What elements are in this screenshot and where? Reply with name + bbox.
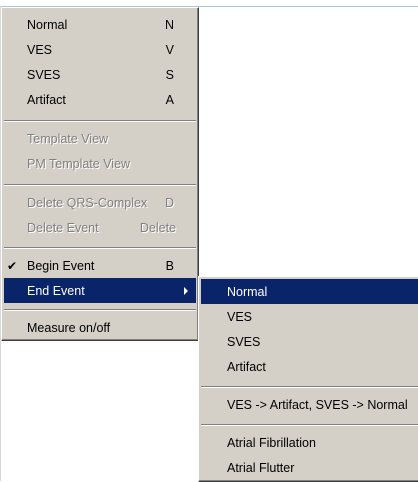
menu-item-shortcut: N [164,17,174,32]
menu-item-ves[interactable]: VES V [4,37,196,62]
menu-item-delete-event[interactable]: Delete Event Delete [4,215,196,240]
menu-item-pm-template-view[interactable]: PM Template View [4,151,196,176]
menu-separator [4,247,196,249]
menu-separator [201,386,418,388]
menu-item-label: VES [27,42,53,57]
menu-item-label: Atrial Flutter [227,460,295,475]
menu-item-label: Measure on/off [27,320,111,335]
menu-item-label: SVES [27,67,61,82]
submenu-item-atrial-fibrillation[interactable]: Atrial Fibrillation [201,430,418,455]
menu-item-normal[interactable]: Normal N [4,12,196,37]
submenu-item-ves[interactable]: VES [201,304,418,329]
menu-item-shortcut: A [165,92,174,107]
menu-item-measure[interactable]: Measure on/off [4,315,196,340]
menu-item-label: Delete QRS-Complex [27,195,148,210]
menu-item-label: PM Template View [27,156,131,171]
submenu-item-sves[interactable]: SVES [201,329,418,354]
menu-item-label: Artifact [227,359,266,374]
menu-item-label: End Event [27,283,85,298]
menu-item-label: Begin Event [27,258,95,273]
menu-separator [4,309,196,311]
menu-item-label: Template View [27,131,109,146]
menu-separator [201,424,418,426]
menu-item-shortcut: Delete [139,220,176,235]
menu-item-label: Artifact [27,92,66,107]
menu-item-label: Normal [227,284,268,299]
menu-item-label: VES -> Artifact, SVES -> Normal [227,397,408,412]
menu-separator [4,120,196,122]
submenu-item-atrial-flutter[interactable]: Atrial Flutter [201,455,418,480]
menu-item-end-event[interactable]: End Event [4,278,196,303]
menu-item-delete-qrs-complex[interactable]: Delete QRS-Complex D [4,190,196,215]
submenu-arrow-icon [184,286,188,295]
menu-item-shortcut: S [165,67,174,82]
end-event-submenu: Normal VES SVES Artifact VES -> Artifact… [198,276,418,482]
menu-item-shortcut: B [165,258,174,273]
context-menu: Normal N VES V SVES S Artifact A Templat… [1,7,199,341]
menu-item-label: Delete Event [27,220,99,235]
menu-item-shortcut: D [164,195,174,210]
submenu-item-normal[interactable]: Normal [201,279,418,304]
menu-item-shortcut: V [165,42,174,57]
menu-item-label: Atrial Fibrillation [227,435,316,450]
menu-item-label: VES [227,309,253,324]
submenu-item-ves-to-artifact[interactable]: VES -> Artifact, SVES -> Normal [201,392,418,417]
menu-item-label: SVES [227,334,261,349]
menu-item-sves[interactable]: SVES S [4,62,196,87]
menu-separator [4,184,196,186]
menu-item-artifact[interactable]: Artifact A [4,87,196,112]
submenu-item-artifact[interactable]: Artifact [201,354,418,379]
checkmark-icon: ✔ [7,258,18,273]
menu-item-begin-event[interactable]: ✔ Begin Event B [4,253,196,278]
menu-item-template-view[interactable]: Template View [4,126,196,151]
menu-item-label: Normal [27,17,68,32]
